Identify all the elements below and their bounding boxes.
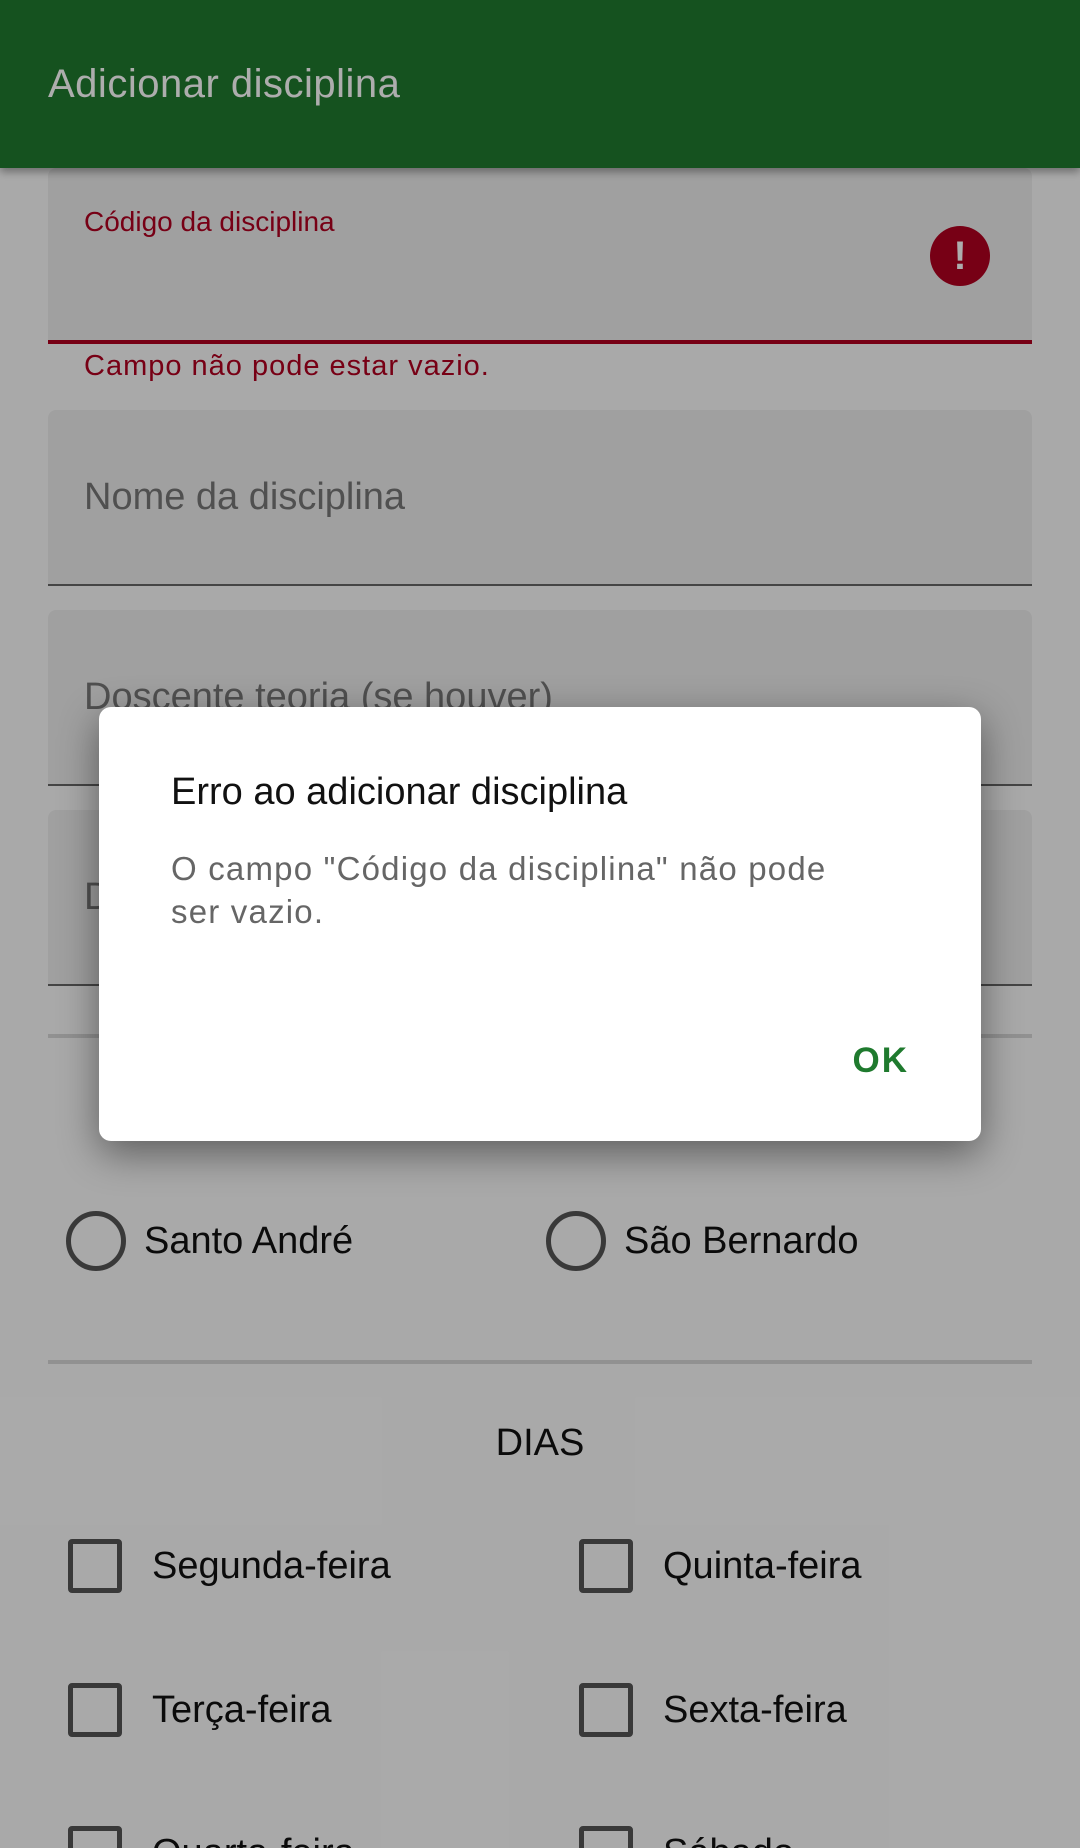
dialog-title: Erro ao adicionar disciplina (171, 771, 628, 813)
app-screen: Adicionar disciplina Código da disciplin… (0, 0, 1080, 1848)
error-dialog: Erro ao adicionar disciplina O campo "Có… (99, 707, 981, 1141)
ok-button[interactable]: OK (853, 1041, 910, 1081)
dialog-message: O campo "Código da disciplina" não pode … (171, 850, 827, 930)
